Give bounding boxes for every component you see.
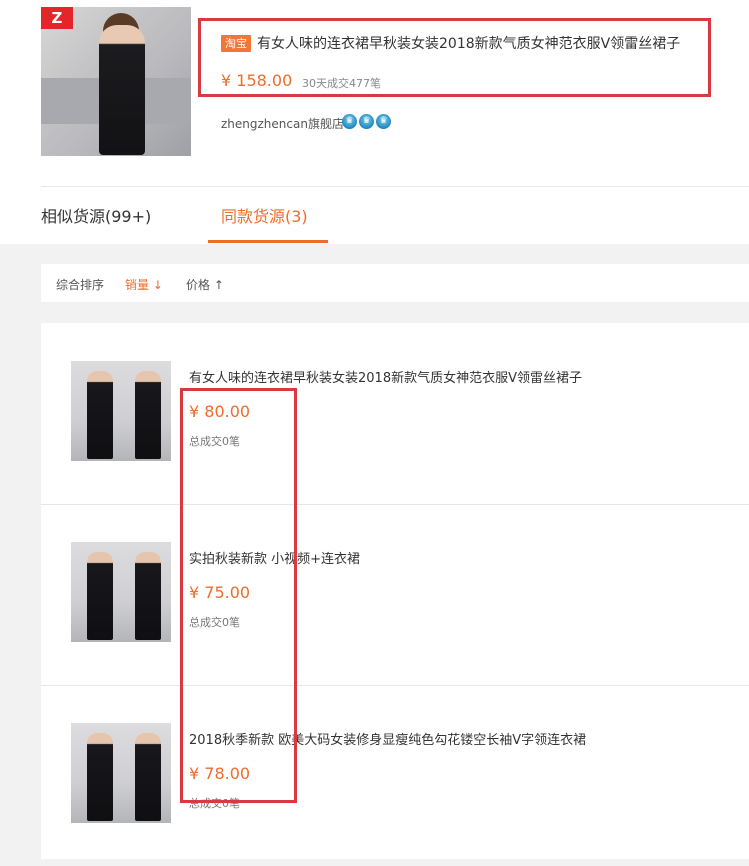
sort-by-price[interactable]: 价格 ↑ <box>186 276 224 293</box>
image-model <box>87 371 113 459</box>
product-title[interactable]: 有女人味的连衣裙早秋装女装2018新款气质女神范衣服V领雷丝裙子 <box>257 33 680 53</box>
product-price: ¥ 158.00 <box>221 71 293 90</box>
list-item[interactable]: 2018秋季新款 欧美大码女装修身显瘦纯色勾花镂空长袖V字领连衣裙 ¥ 78.0… <box>41 685 749 866</box>
list-item[interactable]: 有女人味的连衣裙早秋装女装2018新款气质女神范衣服V领雷丝裙子 ¥ 80.00… <box>41 323 749 504</box>
item-image[interactable] <box>71 361 171 461</box>
item-image[interactable] <box>71 542 171 642</box>
crown-icon: ♛ <box>342 114 357 129</box>
crown-icon: ♛ <box>376 114 391 129</box>
crown-icon: ♛ <box>359 114 374 129</box>
image-model <box>99 25 145 155</box>
product-sales: 30天成交477笔 <box>302 77 381 90</box>
sort-by-sales[interactable]: 销量 ↓ <box>125 276 163 293</box>
image-model <box>87 733 113 821</box>
tab-same-sources[interactable]: 同款货源(3) <box>221 203 308 227</box>
image-model <box>135 371 161 459</box>
product-image[interactable]: Z <box>41 7 191 156</box>
same-source-list: 有女人味的连衣裙早秋装女装2018新款气质女神范衣服V领雷丝裙子 ¥ 80.00… <box>41 323 749 859</box>
shop-rating: ♛ ♛ ♛ <box>342 114 391 129</box>
active-tab-indicator <box>208 240 328 243</box>
store-logo: Z <box>41 7 73 29</box>
sort-bar: 综合排序 销量 ↓ 价格 ↑ <box>41 264 749 302</box>
shop-name-link[interactable]: zhengzhencan旗舰店 <box>221 115 344 132</box>
sort-general[interactable]: 综合排序 <box>56 276 104 293</box>
list-item[interactable]: 实拍秋装新款 小视频+连衣裙 ¥ 75.00 总成交0笔 <box>41 504 749 685</box>
item-title[interactable]: 有女人味的连衣裙早秋装女装2018新款气质女神范衣服V领雷丝裙子 <box>189 367 582 386</box>
item-image[interactable] <box>71 723 171 823</box>
taobao-badge: 淘宝 <box>221 35 251 52</box>
image-model <box>87 552 113 640</box>
product-header: Z 淘宝 有女人味的连衣裙早秋装女装2018新款气质女神范衣服V领雷丝裙子 ¥ … <box>0 0 749 244</box>
tab-similar-sources[interactable]: 相似货源(99+) <box>41 203 151 227</box>
price-highlight-box <box>180 388 297 803</box>
image-model <box>135 552 161 640</box>
divider <box>41 186 749 187</box>
image-model <box>135 733 161 821</box>
